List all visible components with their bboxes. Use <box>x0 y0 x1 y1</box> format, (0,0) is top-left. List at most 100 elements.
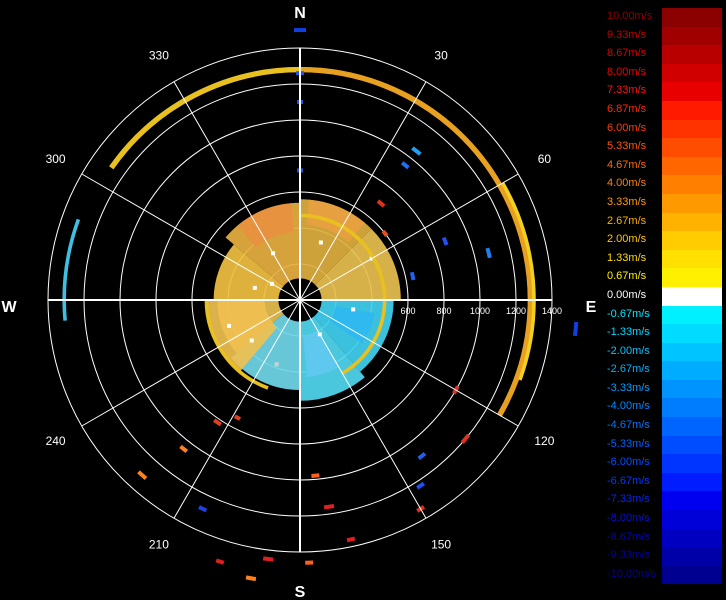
legend-swatch <box>662 212 722 232</box>
legend-swatch <box>662 510 722 529</box>
range-label-1400: 1400 <box>542 306 562 316</box>
azimuth-label-120: 120 <box>534 434 554 448</box>
legend-entry: -6.00m/s <box>606 454 722 473</box>
legend-entry: -6.67m/s <box>606 472 722 492</box>
velocity-segment <box>213 418 222 427</box>
legend-label: -7.33m/s <box>607 493 650 506</box>
legend-swatch <box>662 26 722 46</box>
echo-speck <box>351 307 356 312</box>
legend-entry: 5.33m/s <box>606 138 722 157</box>
legend-swatch <box>662 324 722 343</box>
east-label: E <box>586 299 597 316</box>
azimuth-label-210: 210 <box>149 537 169 551</box>
velocity-segment <box>411 146 422 156</box>
range-label-1200: 1200 <box>506 306 526 316</box>
azimuth-label-60: 60 <box>538 152 552 166</box>
legend-swatch <box>662 398 722 418</box>
legend-swatch <box>662 472 722 492</box>
azimuth-label-150: 150 <box>431 537 451 551</box>
legend-label: 9.33m/s <box>607 28 647 41</box>
velocity-segment <box>441 236 449 246</box>
echo-speck <box>318 240 323 245</box>
legend-swatch <box>662 45 722 64</box>
legend-swatch <box>662 156 722 176</box>
legend-label: 8.67m/s <box>607 47 647 60</box>
legend-swatch <box>662 175 722 194</box>
azimuth-label-30: 30 <box>434 49 448 63</box>
velocity-arc <box>109 66 301 170</box>
legend-entry: 4.00m/s <box>606 175 722 194</box>
legend-entry: -7.33m/s <box>606 491 722 511</box>
legend-label: -2.00m/s <box>607 344 650 357</box>
velocity-segment <box>311 473 320 478</box>
velocity-segment <box>460 433 471 444</box>
azimuth-label-330: 330 <box>149 49 169 63</box>
range-label-800: 800 <box>436 306 451 316</box>
legend-swatch <box>662 8 722 27</box>
legend-label: -3.33m/s <box>607 381 650 394</box>
legend-swatch <box>662 305 722 325</box>
echo-speck <box>252 285 257 290</box>
legend-entry: 1.33m/s <box>606 249 722 269</box>
legend-entry: 2.00m/s <box>606 231 722 250</box>
legend-label: 10.00m/s <box>607 10 653 22</box>
west-label: W <box>1 299 17 316</box>
legend-swatch <box>662 100 722 120</box>
velocity-segment <box>179 444 189 453</box>
legend-label: -6.67m/s <box>607 474 650 487</box>
legend-label: 6.87m/s <box>607 102 647 115</box>
legend-entry: 0.00m/s <box>606 286 722 306</box>
azimuth-label-300: 300 <box>46 152 66 166</box>
legend-swatch <box>662 565 722 585</box>
legend-label: -8.67m/s <box>607 530 650 543</box>
velocity-segment <box>400 161 410 170</box>
legend-swatch <box>662 379 722 399</box>
legend-swatch <box>662 547 722 566</box>
velocity-segment <box>346 536 356 543</box>
legend-label: 4.67m/s <box>607 158 647 171</box>
velocity-segment <box>409 271 416 281</box>
legend-entry: -4.67m/s <box>606 417 722 436</box>
echo-speck <box>274 362 279 367</box>
velocity-segment <box>381 229 389 238</box>
legend-entry: 3.33m/s <box>606 193 722 213</box>
velocity-segment <box>485 247 492 259</box>
legend-swatch <box>662 82 722 101</box>
north-label: N <box>294 5 306 22</box>
velocity-segment <box>233 414 241 421</box>
legend-label: -9.33m/s <box>607 549 650 562</box>
legend-swatch <box>662 249 722 269</box>
legend-swatch <box>662 342 722 362</box>
south-label: S <box>295 584 306 600</box>
legend-label: 8.00m/s <box>607 65 647 78</box>
legend-label: -0.67m/s <box>607 307 650 320</box>
legend-swatch <box>662 231 722 250</box>
velocity-segment <box>417 451 427 461</box>
legend-entry: 10.00m/s <box>606 8 722 27</box>
velocity-segment <box>137 470 148 481</box>
legend-swatch <box>662 361 722 380</box>
legend-entry: -3.33m/s <box>606 379 722 399</box>
legend-swatch <box>662 268 722 287</box>
legend-entry: 2.67m/s <box>606 212 722 232</box>
legend-label: -2.67m/s <box>607 363 650 376</box>
velocity-arc <box>62 218 81 321</box>
legend-entry: -5.33m/s <box>606 435 722 455</box>
legend-swatch <box>662 138 722 157</box>
legend-label: 2.67m/s <box>607 214 647 227</box>
legend-entry: 4.67m/s <box>606 156 722 176</box>
legend-entry: 6.00m/s <box>606 119 722 139</box>
legend-label: 6.00m/s <box>607 121 647 134</box>
legend-entry: 7.33m/s <box>606 82 722 101</box>
velocity-segment <box>245 575 257 582</box>
velocity-segment <box>262 556 274 562</box>
legend-label: 3.33m/s <box>607 195 647 208</box>
legend-swatch <box>662 119 722 139</box>
legend-entry: -2.67m/s <box>606 361 722 380</box>
radar-ppi-chart: N S E W 30 60 120 150 210 240 300 330 600 800 1000… <box>1 5 597 600</box>
legend-label: 5.33m/s <box>607 140 647 153</box>
legend-label: -6.00m/s <box>607 456 650 469</box>
legend-entry: -2.00m/s <box>606 342 722 362</box>
legend-swatch <box>662 193 722 213</box>
legend-entry: -0.67m/s <box>606 305 722 325</box>
